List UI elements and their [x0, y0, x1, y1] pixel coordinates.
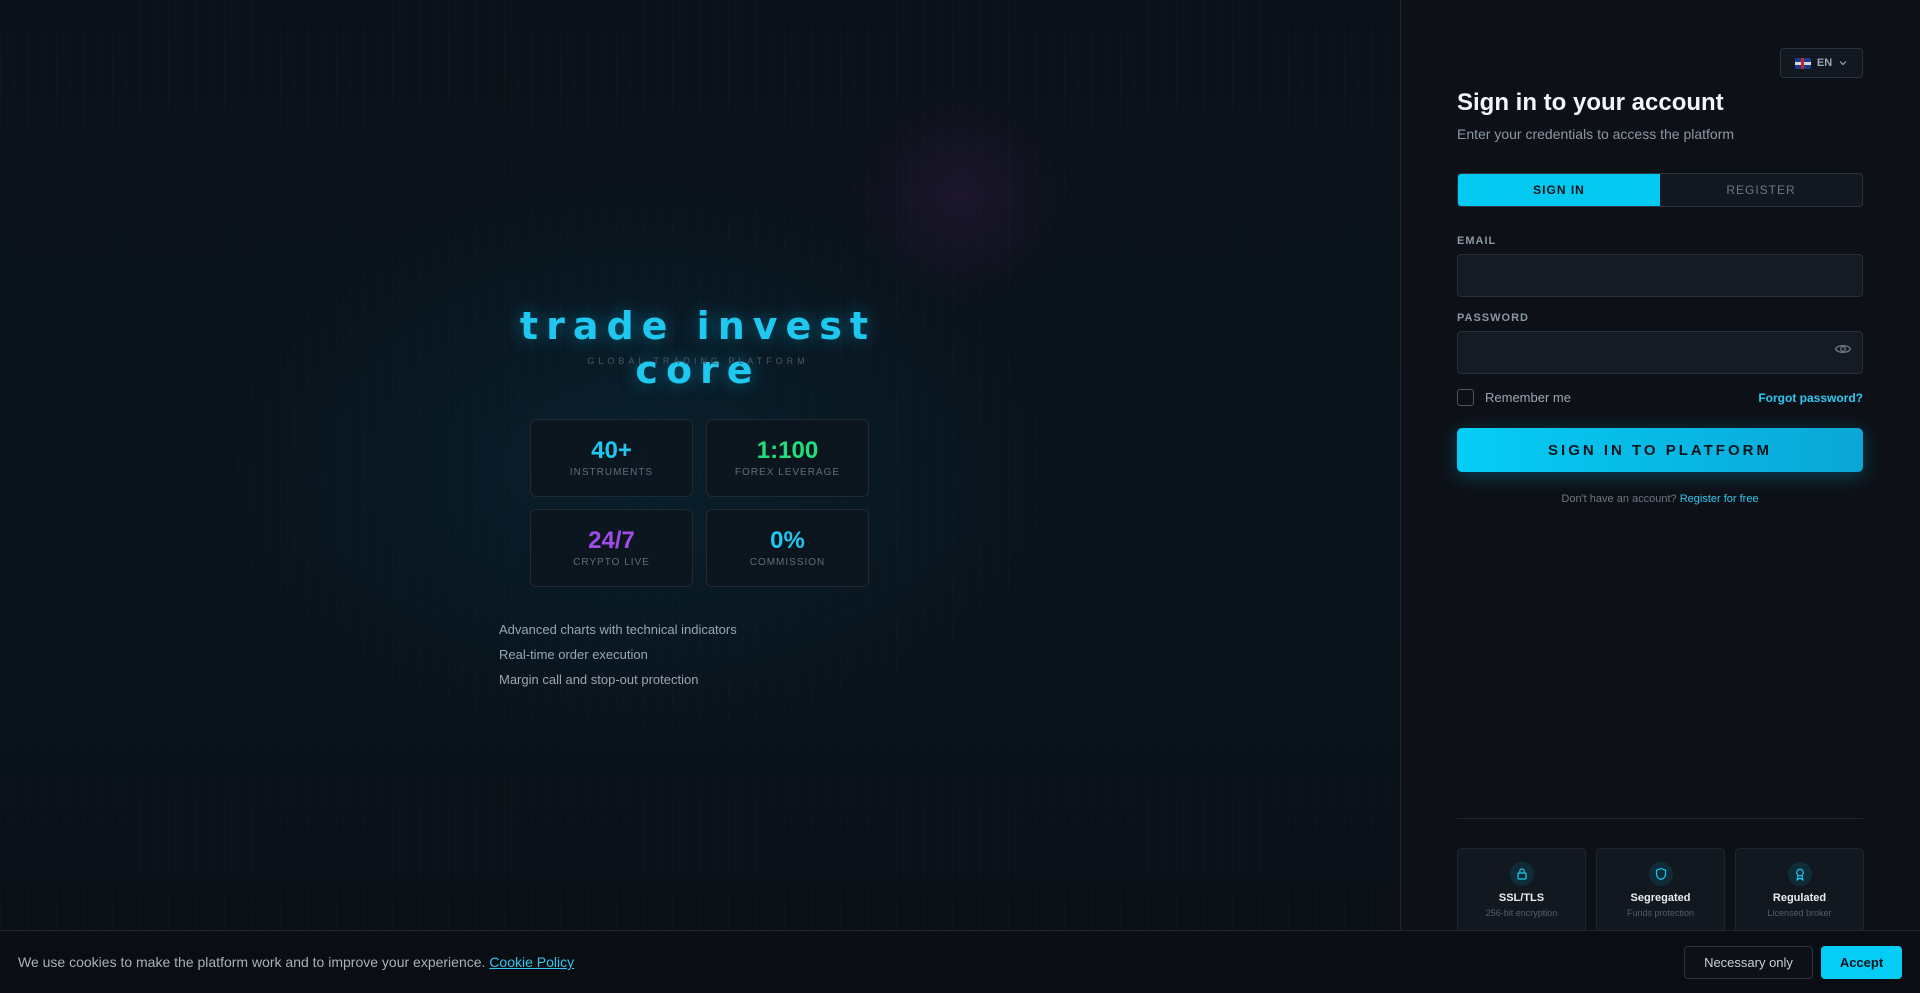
badge-regulated: Regulated Licensed broker: [1735, 848, 1864, 933]
uk-flag-icon: [1794, 57, 1811, 69]
auth-tabs: SIGN IN REGISTER: [1457, 173, 1863, 207]
badge-subtitle: 256-bit encryption: [1485, 908, 1558, 918]
feature-item: Advanced charts with technical indicator…: [499, 622, 737, 637]
register-link[interactable]: Register for free: [1680, 493, 1759, 505]
stat-value: 1:100: [756, 437, 819, 464]
eye-icon[interactable]: [1834, 340, 1852, 358]
no-account-text: Don't have an account?: [1561, 493, 1677, 505]
email-field[interactable]: [1457, 254, 1863, 297]
forgot-password-link[interactable]: Forgot password?: [1758, 391, 1863, 405]
chevron-down-icon: [1839, 61, 1847, 66]
register-prompt: Don't have an account? Register for free: [1457, 493, 1863, 505]
language-selector[interactable]: EN: [1780, 48, 1863, 78]
stat-card-instruments: 40+ INSTRUMENTS: [530, 419, 693, 497]
password-label: PASSWORD: [1457, 312, 1529, 324]
cookie-message: We use cookies to make the platform work…: [18, 954, 574, 970]
stat-label: CRYPTO LIVE: [573, 557, 650, 568]
remember-label: Remember me: [1485, 390, 1571, 405]
stat-card-leverage: 1:100 FOREX LEVERAGE: [706, 419, 869, 497]
sign-in-button[interactable]: SIGN IN TO PLATFORM: [1457, 428, 1863, 472]
page-title: Sign in to your account: [1457, 89, 1724, 116]
badge-ssl: SSL/TLS 256-bit encryption: [1457, 848, 1586, 933]
email-label: EMAIL: [1457, 235, 1497, 247]
badge-segregated: Segregated Funds protection: [1596, 848, 1725, 933]
stat-value: 24/7: [588, 527, 635, 554]
tab-register[interactable]: REGISTER: [1660, 174, 1862, 206]
badge-title: Segregated: [1630, 892, 1691, 904]
feature-item: Margin call and stop-out protection: [499, 672, 699, 687]
stat-value: 40+: [591, 437, 632, 464]
feature-item: Real-time order execution: [499, 647, 648, 662]
password-field[interactable]: [1457, 331, 1863, 374]
hero-panel: trade invest core GLOBAL TRADING PLATFOR…: [0, 0, 1400, 993]
page-subtitle: Enter your credentials to access the pla…: [1457, 126, 1735, 142]
stat-label: FOREX LEVERAGE: [734, 467, 841, 478]
feature-list: Advanced charts with technical indicator…: [499, 620, 737, 695]
shield-icon: [1648, 862, 1673, 886]
language-code: EN: [1816, 57, 1833, 69]
stat-label: COMMISSION: [749, 557, 826, 568]
accept-button[interactable]: Accept: [1821, 946, 1902, 979]
stat-value: 0%: [770, 527, 805, 554]
divider: [1457, 818, 1863, 819]
cookie-text: We use cookies to make the platform work…: [18, 954, 486, 970]
badge-title: SSL/TLS: [1498, 892, 1545, 904]
stat-card-commission: 0% COMMISSION: [706, 509, 869, 587]
tab-sign-in[interactable]: SIGN IN: [1458, 174, 1660, 206]
stat-card-crypto: 24/7 CRYPTO LIVE: [530, 509, 693, 587]
brand-tagline: GLOBAL TRADING PLATFORM: [587, 356, 809, 366]
stat-label: INSTRUMENTS: [569, 467, 654, 478]
badge-title: Regulated: [1772, 892, 1827, 904]
cookie-banner: We use cookies to make the platform work…: [0, 930, 1920, 993]
cookie-policy-link[interactable]: Cookie Policy: [489, 954, 574, 970]
badge-subtitle: Licensed broker: [1767, 908, 1832, 918]
necessary-only-button[interactable]: Necessary only: [1684, 946, 1813, 979]
brand-logo: trade invest core: [519, 304, 877, 392]
remember-checkbox[interactable]: [1457, 389, 1474, 406]
lock-icon: [1509, 862, 1534, 886]
badge-subtitle: Funds protection: [1626, 908, 1695, 918]
award-icon: [1787, 862, 1812, 886]
